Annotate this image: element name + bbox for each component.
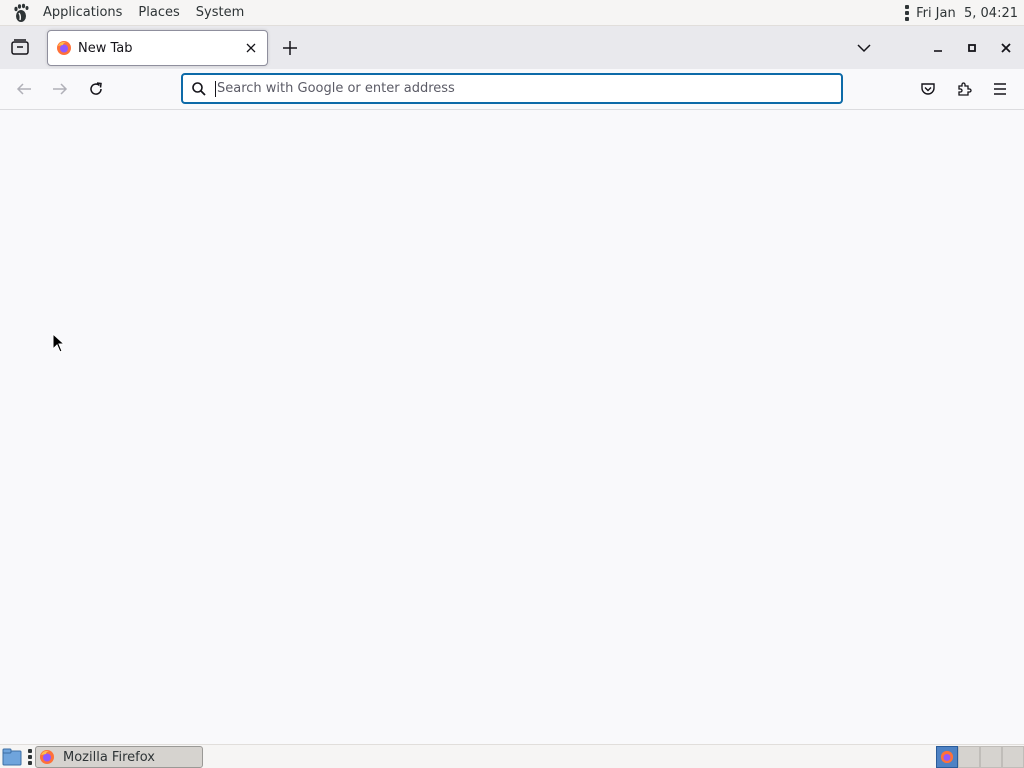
list-all-tabs-chevron-icon[interactable] bbox=[854, 38, 874, 58]
text-caret bbox=[215, 80, 216, 97]
firefox-icon bbox=[940, 750, 954, 764]
address-bar[interactable] bbox=[181, 73, 843, 104]
extensions-icon[interactable] bbox=[954, 79, 974, 99]
workspace-1[interactable] bbox=[936, 746, 958, 768]
taskbar-handle-icon[interactable] bbox=[28, 749, 32, 765]
menu-applications[interactable]: Applications bbox=[35, 0, 130, 26]
minimize-icon[interactable] bbox=[928, 38, 948, 58]
close-window-icon[interactable] bbox=[996, 38, 1016, 58]
maximize-icon[interactable] bbox=[962, 38, 982, 58]
hamburger-menu-icon[interactable] bbox=[990, 79, 1010, 99]
clock[interactable]: Fri Jan 5, 04:21 bbox=[916, 6, 1018, 21]
workspace-2[interactable] bbox=[958, 746, 980, 768]
search-icon bbox=[192, 81, 206, 96]
menu-places[interactable]: Places bbox=[130, 0, 187, 26]
show-desktop-icon[interactable] bbox=[2, 748, 22, 766]
panel-handle-icon[interactable] bbox=[905, 5, 910, 21]
tab-close-icon[interactable] bbox=[240, 37, 262, 59]
workspace-3[interactable] bbox=[980, 746, 1002, 768]
url-input[interactable] bbox=[217, 77, 841, 100]
forward-arrow-icon[interactable] bbox=[50, 79, 70, 99]
tab-strip: New Tab bbox=[0, 26, 1024, 69]
top-panel: Applications Places System Fri Jan 5, 04… bbox=[0, 0, 1024, 26]
navigation-toolbar bbox=[0, 69, 1024, 110]
bottom-panel: Mozilla Firefox bbox=[0, 744, 1024, 768]
gnome-foot-icon[interactable] bbox=[10, 3, 30, 23]
firefox-icon bbox=[40, 750, 54, 764]
new-tab-plus-icon[interactable] bbox=[280, 38, 300, 58]
taskbar-window-label: Mozilla Firefox bbox=[63, 749, 155, 765]
menu-system[interactable]: System bbox=[188, 0, 252, 26]
reload-icon[interactable] bbox=[86, 79, 106, 99]
taskbar-firefox-button[interactable]: Mozilla Firefox bbox=[35, 746, 203, 768]
tab-title: New Tab bbox=[78, 40, 133, 56]
pocket-icon[interactable] bbox=[918, 79, 938, 99]
firefox-view-icon[interactable] bbox=[10, 38, 30, 56]
firefox-icon bbox=[57, 41, 71, 55]
tab-new-tab[interactable]: New Tab bbox=[47, 30, 268, 66]
mouse-pointer-icon bbox=[52, 333, 66, 353]
page-content[interactable] bbox=[0, 110, 1024, 744]
workspace-4[interactable] bbox=[1002, 746, 1024, 768]
back-arrow-icon[interactable] bbox=[14, 79, 34, 99]
